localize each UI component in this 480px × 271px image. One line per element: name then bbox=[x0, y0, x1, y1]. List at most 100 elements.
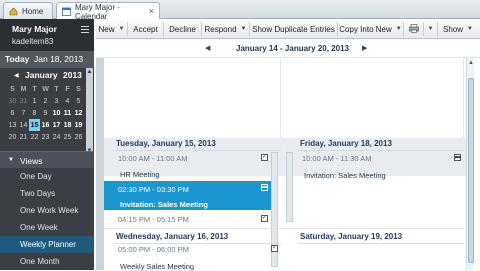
view-one-week[interactable]: One Week bbox=[0, 219, 94, 236]
event-time: 10:00 AM - 11:00 AM bbox=[118, 154, 188, 163]
day-cell[interactable]: 6 bbox=[7, 107, 18, 119]
day-cell[interactable]: 22 bbox=[29, 131, 40, 143]
view-label: One Work Week bbox=[20, 206, 79, 215]
dow-label: T bbox=[32, 85, 37, 93]
today-button[interactable]: Today bbox=[5, 54, 29, 64]
date-bar: Today Jan 18, 2013 bbox=[0, 51, 94, 68]
decline-button[interactable]: Decline bbox=[164, 22, 202, 36]
view-label: One Month bbox=[20, 257, 60, 266]
day-cell[interactable]: 23 bbox=[40, 131, 51, 143]
day-header-saturday[interactable]: Saturday, January 19, 2013 bbox=[298, 229, 464, 244]
day-cell[interactable]: 14 bbox=[18, 119, 29, 131]
accept-label: Accept bbox=[133, 24, 158, 34]
sidebar: Mary Major kadeltem83 Today Jan 18, 2013… bbox=[0, 19, 94, 270]
copy-into-new-button[interactable]: Copy Into New ▼ bbox=[338, 22, 404, 36]
day-cell[interactable]: 16 bbox=[40, 119, 51, 131]
day-cell[interactable]: 1 bbox=[29, 95, 40, 107]
event-time: 10:00 AM - 11:30 AM bbox=[302, 154, 372, 163]
home-icon bbox=[9, 7, 18, 16]
day-cell[interactable]: 13 bbox=[7, 119, 18, 131]
next-week-icon[interactable]: ▶ bbox=[362, 44, 367, 52]
day-cell[interactable]: 3 bbox=[51, 95, 62, 107]
mini-calendar: ◀ January 2013 S M T W T F S 30 31 1 2 3… bbox=[0, 68, 94, 155]
show-label: Show bbox=[443, 24, 464, 34]
print-icon bbox=[408, 23, 419, 35]
toolbar: New ▼ Accept Decline Respond ▼ Show Duplic… bbox=[96, 19, 480, 39]
accept-button[interactable]: Accept bbox=[128, 22, 164, 36]
tab-calendar[interactable]: Mary Major - Calendar × bbox=[56, 2, 160, 21]
close-icon[interactable]: × bbox=[149, 6, 154, 16]
day-cell[interactable]: 11 bbox=[62, 107, 73, 119]
main-scrollbar[interactable]: ▲ bbox=[466, 58, 474, 270]
day-cell[interactable]: 26 bbox=[73, 131, 84, 143]
tab-bar: Home Mary Major - Calendar × bbox=[0, 0, 480, 21]
menu-icon[interactable] bbox=[81, 26, 89, 35]
show-duplicate-entries-button[interactable]: Show Duplicate Entries bbox=[250, 22, 338, 36]
event-checkbox-icon[interactable]: ✓ bbox=[271, 245, 278, 252]
day-cell[interactable]: 31 bbox=[18, 95, 29, 107]
respond-button[interactable]: Respond ▼ bbox=[202, 22, 250, 36]
view-one-work-week[interactable]: One Work Week bbox=[0, 202, 94, 219]
decline-label: Decline bbox=[169, 24, 196, 34]
tab-home[interactable]: Home bbox=[3, 2, 53, 19]
print-button[interactable] bbox=[404, 22, 424, 36]
day-header-tuesday[interactable]: Tuesday, January 15, 2013 bbox=[114, 136, 281, 151]
event-selected[interactable]: 02:30 PM - 03:30 PM ▬ Invitation: Sales … bbox=[104, 181, 271, 210]
view-one-month[interactable]: One Month bbox=[0, 253, 94, 270]
collapse-icon[interactable]: ▼ bbox=[8, 157, 14, 163]
view-two-days[interactable]: Two Days bbox=[0, 185, 94, 202]
show-button[interactable]: Show ▼ bbox=[438, 22, 478, 36]
event-checkbox-icon[interactable]: ✓ bbox=[261, 215, 268, 222]
view-one-day[interactable]: One Day bbox=[0, 168, 94, 185]
prev-month-icon[interactable]: ◀ bbox=[14, 72, 19, 79]
event-checkbox-icon[interactable]: ✓ bbox=[261, 154, 268, 161]
day-cell[interactable]: 30 bbox=[7, 95, 18, 107]
day-cell[interactable]: 10 bbox=[51, 107, 62, 119]
chevron-down-icon: ▼ bbox=[467, 26, 473, 32]
copy-into-new-label: Copy Into New bbox=[339, 24, 392, 34]
dow-label: F bbox=[65, 85, 70, 93]
event-hr-meeting[interactable]: HR Meeting bbox=[120, 170, 160, 179]
dow-label: M bbox=[20, 85, 27, 93]
day-cell[interactable]: 19 bbox=[73, 119, 84, 131]
day-cell[interactable]: 18 bbox=[62, 119, 73, 131]
message-icon[interactable]: ▬ bbox=[454, 154, 461, 161]
mini-calendar-scrollbar[interactable]: ▲ ▼ bbox=[86, 68, 93, 155]
new-button[interactable]: New ▼ bbox=[96, 22, 128, 36]
day-cell[interactable]: 12 bbox=[73, 107, 84, 119]
user-name: Mary Major bbox=[12, 24, 57, 34]
chevron-down-icon: ▼ bbox=[427, 26, 434, 32]
day-cell[interactable]: 25 bbox=[62, 131, 73, 143]
day-cell[interactable]: 7 bbox=[18, 107, 29, 119]
day-cell[interactable]: 2 bbox=[40, 95, 51, 107]
day-cell[interactable]: 20 bbox=[7, 131, 18, 143]
scroll-up-icon[interactable]: ▲ bbox=[86, 68, 93, 76]
views-heading: Views bbox=[20, 156, 43, 166]
prev-week-icon[interactable]: ◀ bbox=[205, 44, 210, 52]
more-button[interactable]: ▼ bbox=[424, 22, 438, 36]
day-cell[interactable]: 9 bbox=[40, 107, 51, 119]
event-time: 04:15 PM - 05:15 PM bbox=[118, 215, 189, 224]
day-cell-upper-left[interactable] bbox=[104, 58, 281, 138]
view-weekly-planner[interactable]: Weekly Planner bbox=[0, 236, 94, 253]
chevron-down-icon: ▼ bbox=[395, 26, 402, 32]
day-cell[interactable]: 21 bbox=[18, 131, 29, 143]
scroll-up-icon[interactable]: ▲ bbox=[468, 60, 474, 66]
event-sales-meeting[interactable]: Invitation: Sales Meeting bbox=[304, 171, 386, 180]
scrollbar-thumb[interactable] bbox=[468, 78, 474, 263]
day-cell[interactable]: 5 bbox=[73, 95, 84, 107]
day-header-wednesday[interactable]: Wednesday, January 16, 2013 bbox=[114, 229, 281, 244]
dow-label: W bbox=[42, 85, 49, 93]
day-cell[interactable]: 4 bbox=[62, 95, 73, 107]
day-cell[interactable]: 17 bbox=[51, 119, 62, 131]
day-cell[interactable]: 8 bbox=[29, 107, 40, 119]
mini-calendar-month[interactable]: January bbox=[25, 70, 58, 80]
event-time: 05:00 PM - 06:00 PM bbox=[118, 245, 189, 254]
day-cell-selected[interactable]: 15 bbox=[29, 119, 40, 131]
day-header-friday[interactable]: Friday, January 18, 2013 bbox=[298, 136, 464, 151]
day-scrollbar[interactable] bbox=[286, 152, 293, 222]
views-header[interactable]: ▼ Views bbox=[0, 151, 94, 168]
mini-calendar-year[interactable]: 2013 bbox=[63, 70, 82, 80]
day-cell[interactable]: 24 bbox=[51, 131, 62, 143]
day-cell-upper-right[interactable] bbox=[281, 58, 464, 138]
